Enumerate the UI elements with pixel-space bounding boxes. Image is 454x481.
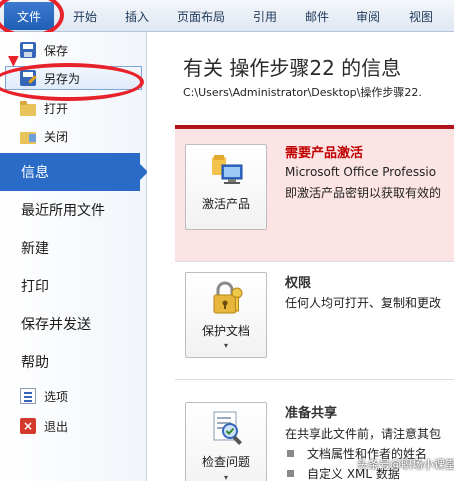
- save-command[interactable]: 保存: [0, 38, 147, 62]
- nav-help[interactable]: 帮助: [0, 343, 147, 381]
- activation-text-1: Microsoft Office Professio: [285, 165, 437, 179]
- close-label: 关闭: [44, 129, 69, 144]
- close-document-icon: [20, 132, 36, 144]
- info-panel: 有关 操作步骤22 的信息 C:\Users\Administrator\Des…: [147, 32, 454, 481]
- tab-view[interactable]: 视图: [409, 8, 433, 25]
- save-as-command[interactable]: 另存为: [5, 66, 142, 90]
- bullet: [287, 450, 294, 457]
- tab-insert[interactable]: 插入: [125, 8, 149, 25]
- open-command[interactable]: 打开: [0, 96, 147, 120]
- bullet: [287, 470, 294, 477]
- file-tab[interactable]: 文件: [4, 2, 54, 30]
- options-icon: [20, 388, 36, 404]
- options-command[interactable]: 选项: [0, 384, 147, 408]
- page-title: 有关 操作步骤22 的信息: [183, 56, 402, 80]
- check-for-issues-label: 检查问题: [201, 455, 250, 469]
- dropdown-arrow-icon: ▾: [223, 341, 228, 350]
- activation-heading: 需要产品激活: [285, 146, 364, 161]
- nav-new[interactable]: 新建: [0, 229, 147, 267]
- backstage-sidebar: 保存 另存为 打开 关闭 信息 最近所用文件 新建 打印 保存并发送 帮助 选项…: [0, 32, 148, 481]
- protect-document-button[interactable]: 保护文档 ▾: [185, 272, 267, 358]
- activate-product-button[interactable]: 激活产品: [185, 144, 267, 230]
- sharing-heading: 准备共享: [285, 406, 338, 421]
- permissions-heading: 权限: [285, 276, 312, 291]
- activate-product-icon: [212, 155, 243, 184]
- nav-recent[interactable]: 最近所用文件: [0, 191, 147, 229]
- activation-text-2: 即激活产品密钥以获取有效的: [285, 186, 442, 200]
- save-label: 保存: [44, 43, 69, 58]
- exit-label: 退出: [44, 419, 69, 434]
- nav-print[interactable]: 打印: [0, 267, 147, 305]
- exit-icon: ×: [20, 418, 36, 434]
- save-icon: [20, 42, 36, 58]
- dropdown-arrow-icon: ▾: [223, 473, 228, 481]
- exit-command[interactable]: × 退出: [0, 414, 147, 438]
- nav-info[interactable]: 信息: [0, 153, 148, 191]
- tab-references[interactable]: 引用: [253, 8, 277, 25]
- divider: [175, 379, 454, 380]
- close-command[interactable]: 关闭: [0, 124, 147, 148]
- inspect-document-icon: [213, 411, 242, 445]
- activate-product-label: 激活产品: [201, 197, 250, 211]
- tab-mailings[interactable]: 邮件: [305, 8, 329, 25]
- save-as-icon: [20, 70, 36, 86]
- save-as-label: 另存为: [44, 71, 81, 86]
- tab-review[interactable]: 审阅: [356, 8, 380, 25]
- options-label: 选项: [44, 389, 69, 404]
- protect-document-label: 保护文档: [201, 324, 250, 338]
- ribbon-tab-bar: 文件 开始 插入 页面布局 引用 邮件 审阅 视图: [0, 0, 454, 38]
- lock-key-icon: [213, 281, 243, 314]
- open-label: 打开: [44, 101, 69, 116]
- permissions-text: 任何人均可打开、复制和更改: [285, 296, 442, 310]
- nav-save-send[interactable]: 保存并发送: [0, 305, 147, 343]
- open-folder-icon: [20, 101, 36, 116]
- sharing-text: 在共享此文件前，请注意其包: [285, 427, 442, 441]
- divider: [175, 261, 454, 262]
- watermark: 头条号@职场小课堂: [357, 458, 454, 471]
- check-for-issues-button[interactable]: 检查问题 ▾: [185, 402, 267, 481]
- tab-page-layout[interactable]: 页面布局: [177, 8, 225, 25]
- arrow-down-icon: ▼: [8, 53, 19, 69]
- file-path: C:\Users\Administrator\Desktop\操作步骤22.: [183, 86, 422, 99]
- tab-home[interactable]: 开始: [73, 8, 97, 25]
